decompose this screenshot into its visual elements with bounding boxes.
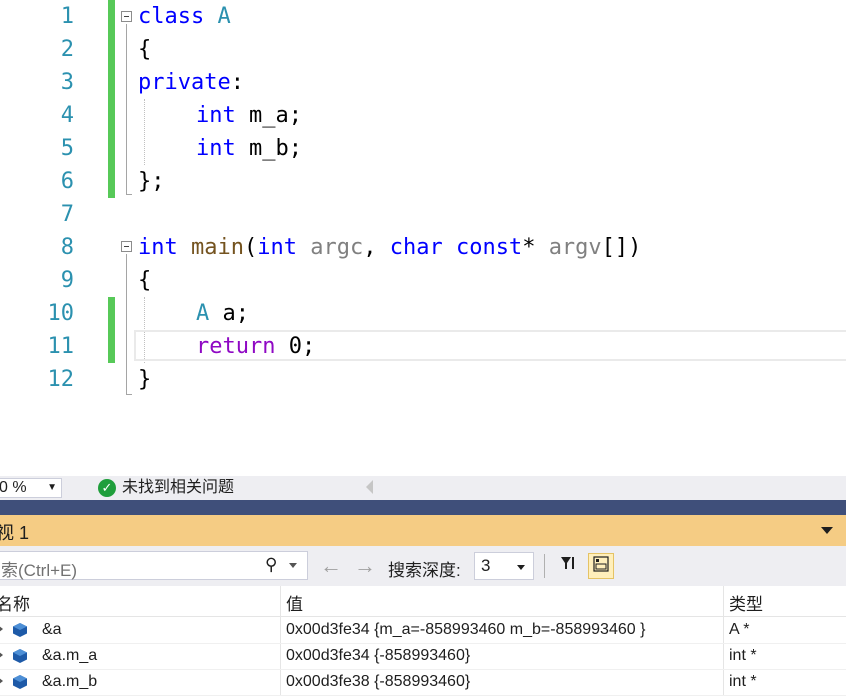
identifier: m_b; — [249, 136, 302, 161]
keyword: int — [257, 235, 297, 260]
punctuation: : — [230, 70, 244, 95]
column-header-value[interactable]: 值 — [286, 590, 303, 615]
parameter: argc — [310, 235, 364, 260]
line-number: 7 — [60, 202, 74, 227]
keyword: private — [138, 70, 231, 95]
punctuation: { — [138, 268, 152, 293]
table-row[interactable]: &a.m_a 0x00d3fe34 {-858993460} int * — [0, 643, 846, 670]
punctuation: , — [363, 235, 377, 260]
code-line[interactable]: A a; — [196, 297, 249, 330]
column-header-name[interactable]: 名称 — [0, 590, 30, 615]
watch-value: 0x00d3fe34 {-858993460} — [286, 647, 471, 664]
code-line[interactable]: { — [138, 33, 151, 66]
line-number: 6 — [60, 169, 74, 194]
code-line[interactable]: }; — [138, 165, 165, 198]
watch-column-header: 名称 值 类型 — [0, 586, 846, 617]
watch-value: 0x00d3fe34 {m_a=-858993460 m_b=-85899346… — [286, 621, 646, 638]
line-number: 5 — [60, 136, 74, 161]
chevron-down-icon[interactable] — [821, 527, 833, 534]
function-name: main — [191, 235, 244, 260]
search-depth-dropdown[interactable]: 3 — [474, 552, 534, 580]
line-number: 10 — [47, 301, 75, 326]
line-number: 1 — [60, 4, 74, 29]
expand-icon[interactable] — [0, 651, 3, 659]
watch-toolbar: 索(Ctrl+E) ⚲ ← → 搜索深度: 3 — [0, 546, 846, 586]
line-number: 4 — [60, 103, 74, 128]
keyword: const — [455, 235, 523, 260]
watch-value: 0x00d3fe38 {-858993460} — [286, 673, 471, 690]
code-line[interactable]: { — [138, 264, 151, 297]
code-editor[interactable]: 1 2 3 4 5 6 7 8 9 10 11 12 class A { pri… — [0, 0, 846, 476]
search-depth-label: 搜索深度: — [388, 561, 461, 580]
expand-icon[interactable] — [0, 677, 3, 685]
punctuation: ( — [243, 235, 258, 260]
identifier: m_a; — [249, 103, 302, 128]
watch-name: &a.m_a — [42, 647, 98, 664]
code-line[interactable]: private: — [138, 66, 244, 99]
keyword: int — [196, 103, 236, 128]
chevron-down-icon: ▼ — [47, 482, 57, 493]
line-number: 12 — [47, 367, 75, 392]
column-header-type[interactable]: 类型 — [729, 590, 763, 615]
keyword: int — [196, 136, 236, 161]
variable-cube-icon — [13, 675, 27, 689]
punctuation: }; — [138, 169, 165, 194]
check-circle-icon: ✓ — [98, 479, 116, 497]
watch-type: int * — [729, 673, 757, 690]
code-line[interactable]: class A — [138, 0, 231, 33]
zoom-dropdown[interactable]: 0 % ▼ — [0, 478, 62, 498]
toolbar-divider — [544, 554, 545, 578]
keyword: return — [196, 334, 276, 359]
watch-name: &a — [42, 621, 62, 638]
panel-separator — [0, 500, 846, 515]
type-name: A — [196, 301, 210, 326]
watch-type: int * — [729, 647, 757, 664]
type-name: A — [217, 4, 231, 29]
chevron-down-icon — [517, 565, 525, 570]
search-depth-value: 3 — [481, 556, 491, 575]
line-number: 9 — [60, 268, 74, 293]
panel-title: 视 1 — [0, 523, 30, 543]
expand-icon[interactable] — [0, 625, 3, 633]
code-line[interactable]: return 0; — [196, 330, 315, 363]
parameter: argv — [548, 235, 602, 260]
code-line[interactable]: int m_a; — [196, 99, 302, 132]
watch-type: A * — [729, 621, 750, 638]
issues-status[interactable]: 未找到相关问题 — [122, 478, 234, 498]
keyword: char — [389, 235, 443, 260]
search-options-chevron-icon[interactable] — [289, 563, 297, 568]
variable-cube-icon — [13, 649, 27, 663]
line-number: 3 — [60, 70, 74, 95]
line-number: 11 — [47, 334, 75, 359]
watch-panel-header[interactable]: 视 1 — [0, 515, 846, 546]
watch-name: &a.m_b — [42, 673, 98, 690]
zoom-value: 0 % — [0, 479, 27, 496]
identifier: a; — [222, 301, 250, 326]
search-placeholder: 索(Ctrl+E) — [1, 561, 78, 580]
arrow-right-icon[interactable]: → — [354, 553, 376, 579]
scroll-left-icon[interactable] — [366, 480, 373, 494]
code-line[interactable]: int m_b; — [196, 132, 302, 165]
table-row[interactable]: &a.m_b 0x00d3fe38 {-858993460} int * — [0, 669, 846, 696]
filter-icon[interactable] — [555, 553, 581, 579]
number-literal: 0; — [288, 334, 316, 359]
search-input[interactable]: 索(Ctrl+E) ⚲ — [0, 551, 308, 580]
keyword: int — [138, 235, 178, 260]
editor-status-bar: 0 % ▼ ✓ 未找到相关问题 — [0, 476, 846, 500]
variable-cube-icon — [13, 623, 27, 637]
search-icon[interactable]: ⚲ — [265, 555, 277, 575]
punctuation: []) — [601, 235, 642, 260]
line-number: 2 — [60, 37, 74, 62]
view-as-text-icon[interactable] — [588, 553, 614, 579]
table-row[interactable]: &a 0x00d3fe34 {m_a=-858993460 m_b=-85899… — [0, 617, 846, 644]
arrow-left-icon[interactable]: ← — [320, 553, 342, 579]
punctuation: { — [138, 37, 152, 62]
line-number: 8 — [60, 235, 74, 260]
punctuation: * — [522, 235, 536, 260]
punctuation: } — [138, 367, 152, 392]
code-line[interactable]: } — [138, 363, 151, 396]
keyword: class — [138, 4, 205, 29]
code-line[interactable]: int main(int argc, char const* argv[]) — [138, 231, 641, 264]
